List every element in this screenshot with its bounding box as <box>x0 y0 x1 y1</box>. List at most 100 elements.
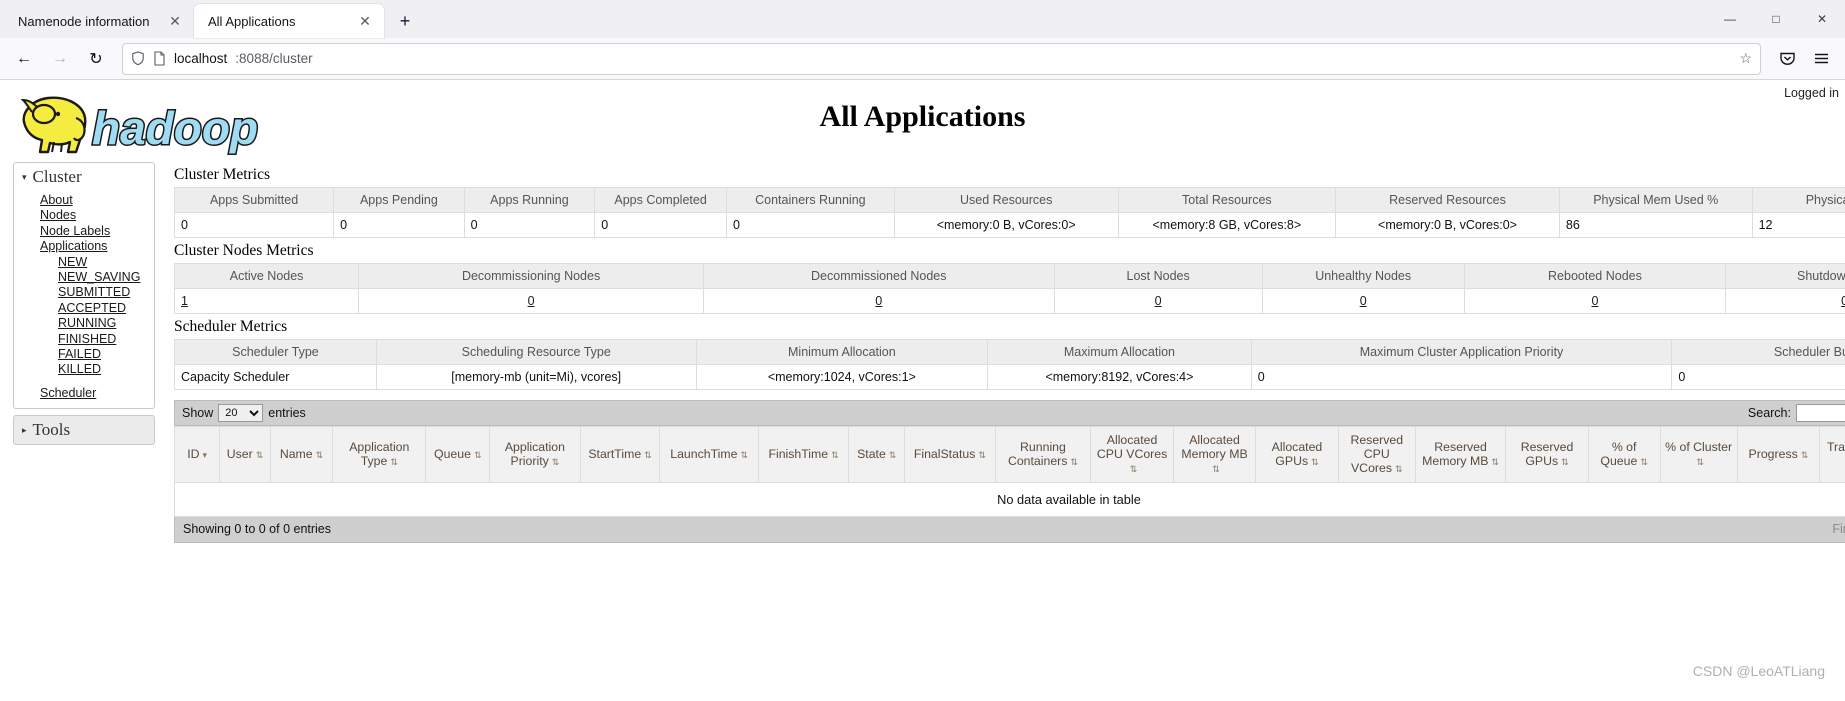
sidebar-item-scheduler[interactable]: Scheduler <box>40 386 154 401</box>
col-finishtime[interactable]: FinishTime ⇅ <box>757 426 850 483</box>
col-application-priority[interactable]: Application Priority ⇅ <box>489 426 581 483</box>
col-finalstatus[interactable]: FinalStatus ⇅ <box>904 426 996 483</box>
browser-tab-namenode-information[interactable]: Namenode information ✕ <box>4 4 194 38</box>
col-percent-of-cluster[interactable]: % of Cluster⇅ <box>1659 426 1738 483</box>
tools-panel-header[interactable]: ▸ Tools <box>14 416 154 444</box>
entries-info: Showing 0 to 0 of 0 entries <box>183 522 332 537</box>
cell-decommissioning-nodes: 0 <box>358 288 704 314</box>
hamburger-menu-icon[interactable] <box>1805 43 1837 75</box>
sidebar-item-new-saving[interactable]: NEW_SAVING <box>58 270 154 285</box>
tools-panel[interactable]: ▸ Tools <box>13 415 155 446</box>
lost-nodes-link[interactable]: 0 <box>1155 294 1162 308</box>
col-reserved-cpu-vcores[interactable]: Reserved CPU VCores ⇅ <box>1337 426 1416 483</box>
sidebar-item-killed[interactable]: KILLED <box>58 362 154 377</box>
col-percent-of-queue[interactable]: % of Queue ⇅ <box>1587 426 1661 483</box>
page-length-select[interactable]: 20 40 60 100 <box>218 404 264 422</box>
sort-icon: ⇅ <box>551 456 560 467</box>
col-allocated-gpus[interactable]: Allocated GPUs ⇅ <box>1255 426 1339 483</box>
unhealthy-nodes-link[interactable]: 0 <box>1360 294 1367 308</box>
col-starttime[interactable]: StartTime ⇅ <box>579 426 661 483</box>
page-icon <box>154 51 165 66</box>
sidebar-item-failed[interactable]: FAILED <box>58 347 154 362</box>
sidebar-item-about[interactable]: About <box>40 193 154 208</box>
col-physical-mem-used: Physical Mem Used % <box>1558 187 1753 213</box>
address-bar[interactable]: localhost :8088/cluster ☆ <box>122 42 1761 75</box>
col-running-containers[interactable]: Running Containers ⇅ <box>994 426 1092 483</box>
sort-icon: ⇅ <box>1640 456 1648 467</box>
close-window-icon[interactable]: ✕ <box>1799 0 1845 38</box>
sidebar-item-accepted[interactable]: ACCEPTED <box>58 301 154 316</box>
star-icon[interactable]: ☆ <box>1739 50 1752 67</box>
sort-icon: ⇅ <box>1491 456 1499 467</box>
decommissioned-nodes-link[interactable]: 0 <box>875 294 882 308</box>
cluster-panel-title: Cluster <box>32 167 82 186</box>
sidebar-item-running[interactable]: RUNNING <box>58 316 154 331</box>
col-application-type[interactable]: Application Type ⇅ <box>332 426 427 483</box>
col-allocated-cpu-vcores[interactable]: Allocated CPU VCores⇅ <box>1090 426 1174 483</box>
cell-used-resources: <memory:0 B, vCores:0> <box>893 212 1119 238</box>
cell-apps-pending: 0 <box>333 212 465 238</box>
forward-icon[interactable]: → <box>44 43 76 75</box>
sort-icon: ▾ <box>202 449 208 460</box>
col-unhealthy-nodes: Unhealthy Nodes <box>1261 263 1465 289</box>
col-id[interactable]: ID ▾ <box>173 426 221 483</box>
col-decommissioning-nodes: Decommissioning Nodes <box>358 263 704 289</box>
search-label: Search: <box>1747 406 1791 420</box>
table-row: 0 0 0 0 0 <memory:0 B, vCores:0> <memory… <box>173 212 1845 238</box>
back-icon[interactable]: ← <box>8 43 40 75</box>
pagination-first[interactable]: First <box>1832 522 1845 536</box>
col-user[interactable]: User ⇅ <box>219 426 271 483</box>
col-total-resources: Total Resources <box>1117 187 1337 213</box>
cell-reserved-resources: <memory:0 B, vCores:0> <box>1335 212 1560 238</box>
cell-rebooted-nodes: 0 <box>1463 288 1727 314</box>
col-containers-running: Containers Running <box>725 187 895 213</box>
col-queue[interactable]: Queue ⇅ <box>425 426 491 483</box>
col-name[interactable]: Name ⇅ <box>269 426 334 483</box>
cluster-panel-header[interactable]: ▾ Cluster <box>14 163 154 191</box>
reload-icon[interactable]: ↻ <box>80 43 112 75</box>
sidebar-item-finished[interactable]: FINISHED <box>58 332 154 347</box>
sidebar-item-node-labels[interactable]: Node Labels <box>40 224 154 239</box>
sidebar-item-new[interactable]: NEW <box>58 255 154 270</box>
col-shutdown-nodes: Shutdown Nodes <box>1725 263 1845 289</box>
sort-icon: ⇅ <box>1129 463 1138 474</box>
cell-max-cluster-app-priority: 0 <box>1250 364 1673 390</box>
sidebar-item-nodes[interactable]: Nodes <box>40 208 154 223</box>
col-state[interactable]: State ⇅ <box>848 426 906 483</box>
toolbar-right-buttons <box>1771 43 1837 75</box>
cell-shutdown-nodes: 0 <box>1725 288 1845 314</box>
col-allocated-memory-mb[interactable]: Allocated Memory MB⇅ <box>1172 426 1257 483</box>
minimize-icon[interactable]: — <box>1707 0 1753 38</box>
rebooted-nodes-link[interactable]: 0 <box>1591 294 1598 308</box>
decommissioning-nodes-link[interactable]: 0 <box>528 294 535 308</box>
col-apps-completed: Apps Completed <box>594 187 727 213</box>
cell-minimum-allocation: <memory:1024, vCores:1> <box>695 364 989 390</box>
sidebar-item-applications[interactable]: Applications <box>40 239 154 254</box>
active-nodes-link[interactable]: 1 <box>181 294 188 308</box>
sort-icon: ⇅ <box>1070 456 1078 467</box>
window-controls: — □ ✕ <box>1707 0 1845 38</box>
col-tracking-ui[interactable]: Tracking UI⇅ <box>1819 426 1845 483</box>
shutdown-nodes-link[interactable]: 0 <box>1841 294 1845 308</box>
col-reserved-memory-mb[interactable]: Reserved Memory MB ⇅ <box>1414 426 1507 483</box>
chevron-right-icon: ▸ <box>22 424 27 435</box>
browser-tab-all-applications[interactable]: All Applications ✕ <box>194 4 384 38</box>
search-input[interactable] <box>1796 404 1845 422</box>
tab-close-icon[interactable]: ✕ <box>166 12 184 30</box>
col-reserved-gpus[interactable]: Reserved GPUs ⇅ <box>1505 426 1589 483</box>
col-maximum-allocation: Maximum Allocation <box>987 339 1252 365</box>
watermark: CSDN @LeoATLiang <box>1692 663 1825 679</box>
cell-physical-mem-used: 86 <box>1558 212 1753 238</box>
maximize-icon[interactable]: □ <box>1753 0 1799 38</box>
sort-icon: ⇅ <box>1800 449 1809 460</box>
col-launchtime[interactable]: LaunchTime ⇅ <box>659 426 759 483</box>
new-tab-button[interactable]: + <box>390 6 420 36</box>
tab-close-icon[interactable]: ✕ <box>356 12 374 30</box>
col-apps-submitted: Apps Submitted <box>173 187 335 213</box>
table-row: 1 0 0 0 0 0 0 <box>173 288 1845 314</box>
col-progress[interactable]: Progress ⇅ <box>1736 426 1821 483</box>
url-host: localhost <box>174 51 228 66</box>
col-used-resources: Used Resources <box>893 187 1119 213</box>
pocket-icon[interactable] <box>1771 43 1803 75</box>
sidebar-item-submitted[interactable]: SUBMITTED <box>58 285 154 300</box>
